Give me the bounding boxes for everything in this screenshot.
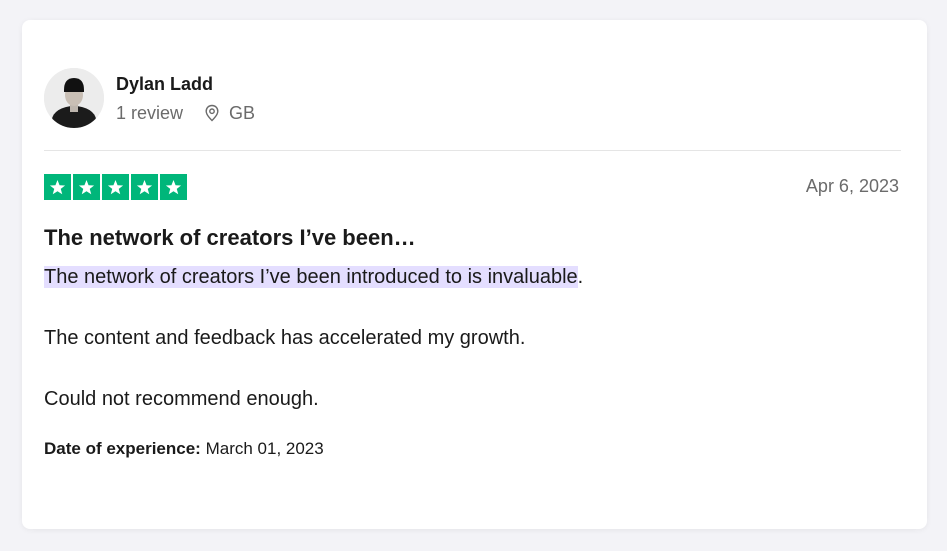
review-count: 1 review	[116, 102, 184, 123]
highlighted-text: The network of creators I’ve been introd…	[44, 266, 578, 288]
location-pin-icon	[205, 104, 219, 121]
star-icon	[73, 174, 100, 200]
experience-label: Date of experience:	[44, 439, 201, 458]
highlight-end: .	[577, 266, 584, 288]
review-title[interactable]: The network of creators I’ve been…	[44, 225, 416, 251]
date-of-experience: Date of experience: March 01, 2023	[44, 439, 324, 459]
star-rating	[44, 174, 187, 200]
star-icon	[131, 174, 158, 200]
avatar[interactable]	[44, 68, 104, 128]
star-icon	[160, 174, 187, 200]
experience-date: March 01, 2023	[205, 439, 324, 458]
reviewer-country: GB	[229, 102, 256, 123]
star-icon	[102, 174, 129, 200]
reviewer-header: Dylan Ladd 1 review GB	[44, 68, 255, 128]
reviewer-name[interactable]: Dylan Ladd	[116, 72, 255, 96]
review-paragraph-2: The content and feedback has accelerated…	[44, 327, 526, 349]
review-paragraph-3: Could not recommend enough.	[44, 388, 319, 410]
divider	[44, 150, 901, 151]
review-date: Apr 6, 2023	[805, 176, 899, 196]
review-paragraph-1: The network of creators I’ve been introd…	[44, 265, 904, 289]
review-body: The network of creators I’ve been introd…	[44, 265, 904, 448]
reviewer-location: GB	[203, 101, 255, 125]
review-card: Dylan Ladd 1 review GB Apr 6, 2023 The n…	[22, 20, 927, 529]
star-icon	[44, 174, 71, 200]
